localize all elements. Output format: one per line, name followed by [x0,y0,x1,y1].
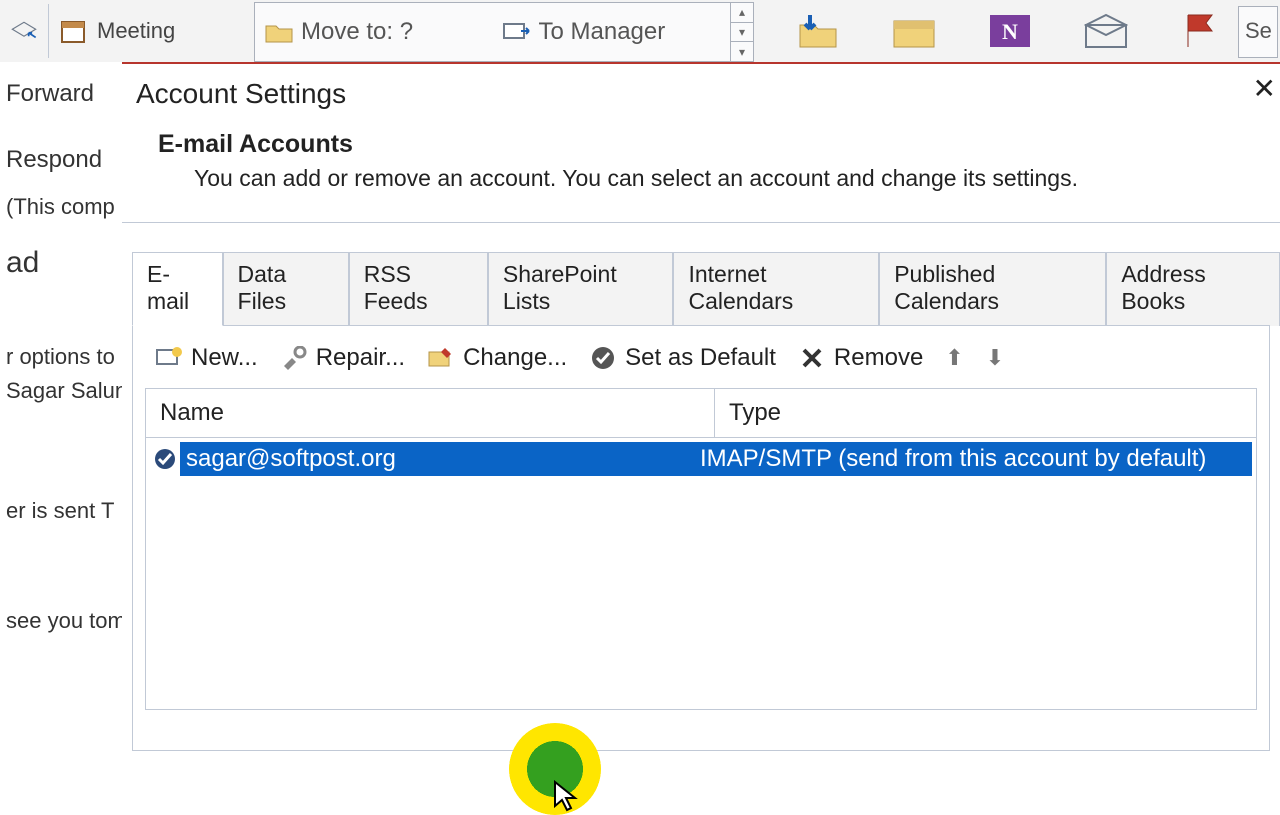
email-accounts-description: You can add or remove an account. You ca… [122,165,1280,222]
tab-rss-feeds[interactable]: RSS Feeds [349,252,488,326]
svg-text:N: N [1002,19,1018,44]
chevron-expand-icon[interactable]: ▾ [731,42,753,61]
ribbon-right-icons: N [770,0,1230,62]
account-type: IMAP/SMTP (send from this account by def… [694,445,1252,473]
move-down-icon[interactable]: ⬇ [986,345,1004,371]
respond-group-label: Respond [0,112,122,178]
tab-data-files[interactable]: Data Files [223,252,349,326]
background-left-pane: Forward Respond (This comp ad r options … [0,62,122,720]
tab-email[interactable]: E-mail [132,252,223,326]
column-type[interactable]: Type [715,389,1256,437]
cursor-icon [553,780,581,812]
check-circle-icon [589,344,617,372]
new-button[interactable]: New... [155,344,258,372]
account-toolbar: New... Repair... Change... Set as Defaul… [139,344,1263,388]
email-tab-panel: New... Repair... Change... Set as Defaul… [132,325,1270,751]
table-row[interactable]: sagar@softpost.org IMAP/SMTP (send from … [150,440,1252,478]
quick-steps-gallery[interactable]: Move to: ? To Manager ▴ ▾ ▾ [254,2,754,62]
flag-icon[interactable] [1174,7,1230,55]
repair-button[interactable]: Repair... [280,344,405,372]
forward-icon[interactable] [10,17,38,45]
chevron-up-icon[interactable]: ▴ [731,3,753,23]
remove-icon [798,344,826,372]
onenote-icon[interactable]: N [982,7,1038,55]
tab-published-calendars[interactable]: Published Calendars [879,252,1106,326]
move-down-folder-icon[interactable] [790,7,846,55]
archive-folder-icon[interactable] [886,7,942,55]
change-button[interactable]: Change... [427,344,567,372]
dialog-title: Account Settings [122,64,1280,130]
qs-to-manager[interactable]: To Manager [493,3,731,61]
calendar-icon [59,17,87,45]
close-icon[interactable]: ✕ [1253,72,1276,105]
highlight-circle [509,723,601,815]
set-default-button[interactable]: Set as Default [589,344,776,372]
chevron-down-icon[interactable]: ▾ [731,23,753,43]
accounts-list: Name Type sagar@softpost.org IMAP/SMTP (… [145,388,1257,710]
remove-button[interactable]: Remove [798,344,923,372]
tab-address-books[interactable]: Address Books [1106,252,1280,326]
repair-icon [280,344,308,372]
list-header: Name Type [146,389,1256,438]
folder-move-icon [265,18,293,46]
meeting-button[interactable]: Meeting [49,0,185,62]
new-mail-icon [155,344,183,372]
tab-sharepoint-lists[interactable]: SharePoint Lists [488,252,674,326]
account-tabs: E-mail Data Files RSS Feeds SharePoint L… [122,251,1280,325]
column-name[interactable]: Name [146,389,715,437]
envelope-icon[interactable] [1078,7,1134,55]
account-settings-dialog: ✕ Account Settings E-mail Accounts You c… [122,62,1280,720]
change-icon [427,344,455,372]
default-check-icon [150,447,180,471]
forward-label[interactable]: Forward [0,62,122,112]
account-name: sagar@softpost.org [180,445,694,473]
tab-internet-calendars[interactable]: Internet Calendars [673,252,879,326]
email-accounts-heading: E-mail Accounts [122,130,1280,165]
move-up-icon[interactable]: ⬆ [945,345,963,371]
dialog-separator [122,222,1280,223]
search-people-box[interactable]: Se [1238,6,1278,58]
mail-forward-icon [503,18,531,46]
meeting-label: Meeting [97,18,175,44]
qs-move-to[interactable]: Move to: ? [255,3,493,61]
qs-spinner[interactable]: ▴ ▾ ▾ [730,3,753,61]
